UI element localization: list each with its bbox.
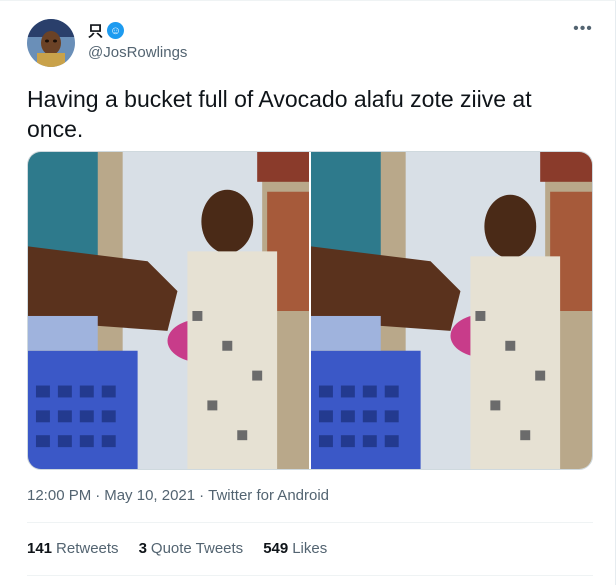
smiley-emoji-icon: ☺ [107, 22, 125, 39]
retweets-stat[interactable]: 141 Retweets [27, 540, 119, 557]
engagement-stats: 141 Retweets 3 Quote Tweets 549 Likes [27, 540, 327, 557]
likes-stat[interactable]: 549 Likes [263, 540, 327, 557]
quote-tweets-label: Quote Tweets [150, 540, 244, 557]
more-icon: ••• [573, 20, 593, 37]
photo-right[interactable] [311, 152, 592, 469]
divider [27, 575, 593, 576]
likes-label: Likes [292, 540, 328, 557]
tweet-media[interactable] [27, 151, 593, 470]
tweet-time[interactable]: 12:00 PM [27, 487, 91, 504]
quote-tweets-count: 3 [138, 540, 147, 557]
divider [27, 522, 593, 523]
tweet-text: Having a bucket full of Avocado alafu zo… [27, 86, 532, 142]
display-name[interactable]: 只 [88, 20, 103, 41]
quote-tweets-stat[interactable]: 3 Quote Tweets [139, 540, 244, 557]
meta-separator: · [95, 487, 101, 504]
retweets-label: Retweets [56, 540, 119, 557]
tweet-card: 只 ☺ @JosRowlings ••• Having a bucket ful… [0, 0, 616, 585]
tweet-date[interactable]: May 10, 2021 [104, 487, 195, 504]
more-options-button[interactable]: ••• [568, 20, 598, 40]
name-row[interactable]: 只 ☺ [88, 20, 125, 41]
user-handle[interactable]: @JosRowlings [88, 44, 187, 61]
top-divider [0, 0, 616, 1]
meta-separator: · [199, 487, 205, 504]
tweet-metadata: 12:00 PM · May 10, 2021 · Twitter for An… [27, 487, 329, 504]
retweets-count: 141 [27, 540, 53, 557]
photo-left[interactable] [28, 152, 309, 469]
avatar[interactable] [27, 19, 75, 67]
likes-count: 549 [263, 540, 289, 557]
tweet-source[interactable]: Twitter for Android [208, 487, 329, 504]
